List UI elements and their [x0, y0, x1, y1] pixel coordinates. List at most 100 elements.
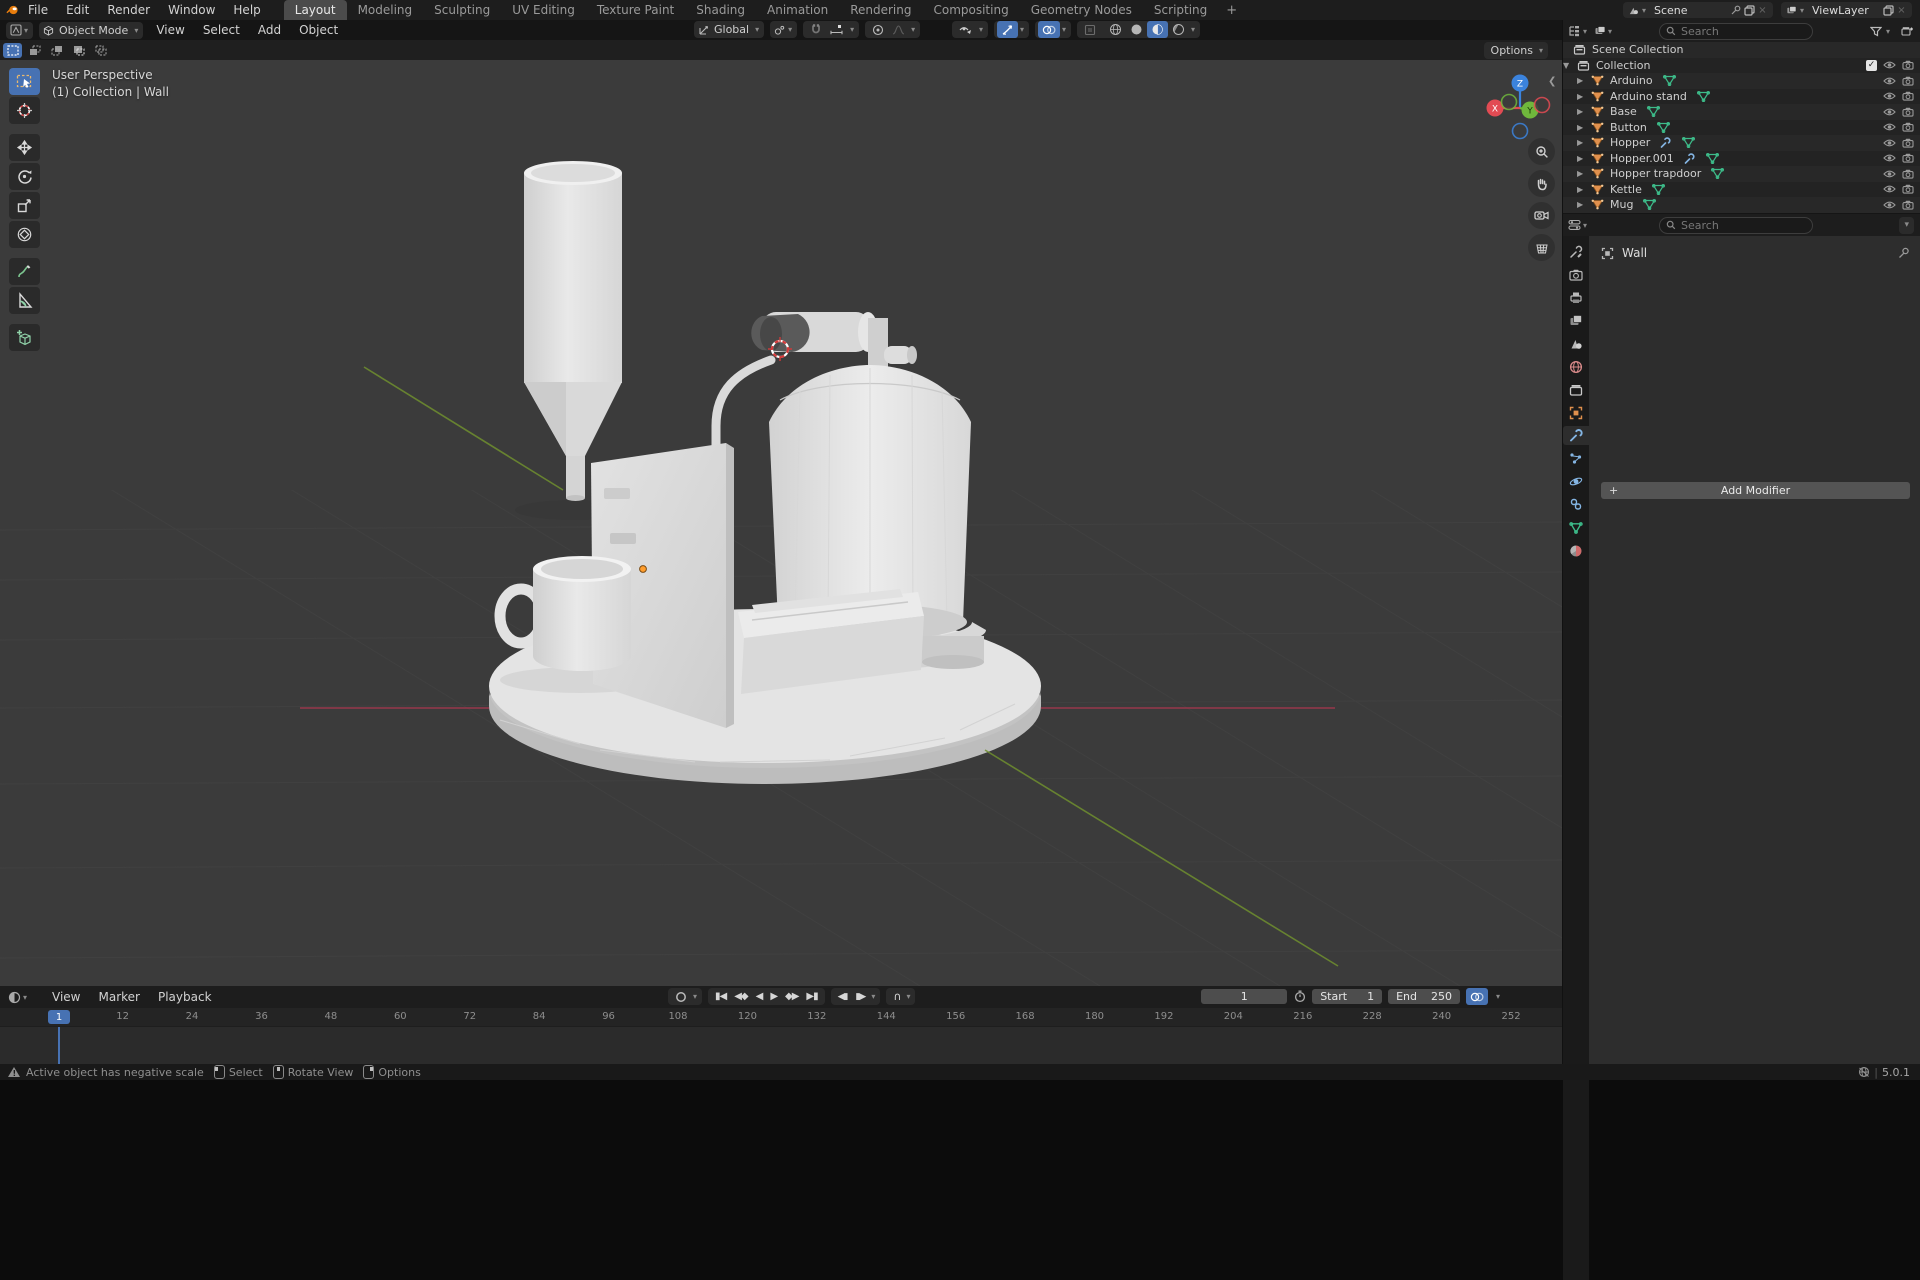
properties-search-input[interactable]: Search: [1659, 217, 1813, 234]
cursor-tool[interactable]: [9, 97, 40, 124]
workspace-tab-geometry-nodes[interactable]: Geometry Nodes: [1020, 0, 1143, 20]
hide-eye-toggle[interactable]: [1883, 107, 1896, 117]
jump-to-end-button[interactable]: ▶▮: [802, 989, 821, 1005]
filter-icon[interactable]: [1869, 25, 1882, 38]
play-reverse-button[interactable]: ◀: [752, 989, 767, 1005]
properties-tab-particles[interactable]: [1563, 449, 1589, 468]
workspace-tab-rendering[interactable]: Rendering: [839, 0, 922, 20]
timeline-menu-playback[interactable]: Playback: [149, 987, 221, 1007]
viewport-menu-add[interactable]: Add: [249, 20, 290, 40]
active-object-name[interactable]: Wall: [1622, 246, 1647, 260]
properties-tab-object[interactable]: [1563, 403, 1589, 422]
outliner-row-kettle[interactable]: ▶ Kettle: [1563, 182, 1920, 198]
keying-set-icon[interactable]: ∩: [889, 989, 904, 1005]
expand-arrow-icon[interactable]: ▶: [1577, 123, 1591, 132]
expand-arrow-icon[interactable]: ▶: [1577, 107, 1591, 116]
display-mode-icon[interactable]: [1593, 25, 1606, 38]
select-mode-subtract-button[interactable]: [47, 43, 66, 58]
select-mode-set-button[interactable]: [3, 43, 22, 58]
hide-eye-toggle[interactable]: [1883, 60, 1896, 70]
workspace-tab-sculpting[interactable]: Sculpting: [423, 0, 501, 20]
current-frame-field[interactable]: 1: [1201, 989, 1287, 1004]
transform-tool[interactable]: [9, 221, 40, 248]
properties-tab-tool[interactable]: [1563, 242, 1589, 261]
outliner-row-arduino[interactable]: ▶ Arduino: [1563, 73, 1920, 89]
workspace-tab-compositing[interactable]: Compositing: [922, 0, 1019, 20]
scene-name[interactable]: Scene: [1648, 4, 1730, 17]
workspace-tab-animation[interactable]: Animation: [756, 0, 839, 20]
properties-tab-material[interactable]: [1563, 541, 1589, 560]
properties-options-button[interactable]: ▾: [1899, 217, 1914, 234]
properties-tab-render[interactable]: [1563, 265, 1589, 284]
blender-logo-icon[interactable]: [6, 4, 19, 17]
hide-eye-toggle[interactable]: [1883, 184, 1896, 194]
camera-view-button[interactable]: [1528, 202, 1555, 229]
frame-end-field[interactable]: End250: [1388, 989, 1460, 1004]
scene-selector[interactable]: ▾ Scene ×: [1623, 2, 1773, 18]
viewport-menu-select[interactable]: Select: [194, 20, 249, 40]
new-collection-icon[interactable]: [1901, 25, 1914, 38]
hide-eye-toggle[interactable]: [1883, 200, 1896, 210]
show-object-types-button[interactable]: [955, 21, 977, 38]
ortho-toggle-button[interactable]: [1528, 234, 1555, 261]
workspace-tab-shading[interactable]: Shading: [685, 0, 756, 20]
move-tool[interactable]: [9, 134, 40, 161]
xray-toggle[interactable]: [1080, 21, 1100, 38]
expand-arrow-icon[interactable]: ▶: [1577, 92, 1591, 101]
select-mode-extend-button[interactable]: [25, 43, 44, 58]
snap-toggle[interactable]: [806, 21, 826, 38]
camera-visibility-toggle[interactable]: [1902, 169, 1914, 179]
select-mode-intersect-button[interactable]: [91, 43, 110, 58]
pivot-dropdown[interactable]: ▾: [770, 21, 797, 38]
outliner-row-base[interactable]: ▶ Base: [1563, 104, 1920, 120]
frame-start-field[interactable]: Start1: [1312, 989, 1382, 1004]
timeline-ruler[interactable]: 1 12243648607284961081201321441561681801…: [0, 1008, 1562, 1027]
new-datablock-icon[interactable]: [1743, 4, 1756, 17]
viewport-menu-view[interactable]: View: [147, 20, 193, 40]
properties-tab-physics[interactable]: [1563, 472, 1589, 491]
shading-material-button[interactable]: [1147, 21, 1168, 38]
workspace-tab-texture-paint[interactable]: Texture Paint: [586, 0, 685, 20]
proportional-falloff-icon[interactable]: [888, 21, 909, 38]
workspace-tab-layout[interactable]: Layout: [284, 0, 347, 20]
scale-tool[interactable]: [9, 192, 40, 219]
collapse-arrow-icon[interactable]: ▼: [1563, 61, 1577, 70]
snap-target-button[interactable]: [826, 21, 848, 38]
sidebar-collapse-arrow[interactable]: ❮: [1548, 76, 1556, 87]
arduino-stand-object[interactable]: [868, 318, 917, 370]
camera-visibility-toggle[interactable]: [1902, 122, 1914, 132]
properties-tab-constraints[interactable]: [1563, 495, 1589, 514]
camera-visibility-toggle[interactable]: [1902, 60, 1914, 70]
select-mode-invert-button[interactable]: [69, 43, 88, 58]
properties-tab-collection[interactable]: [1563, 380, 1589, 399]
arduino-object[interactable]: [751, 312, 878, 352]
outliner-editor-icon[interactable]: [1568, 25, 1581, 38]
add-modifier-button[interactable]: + Add Modifier: [1601, 482, 1910, 499]
hide-eye-toggle[interactable]: [1883, 138, 1896, 148]
camera-visibility-toggle[interactable]: [1902, 76, 1914, 86]
shading-rendered-button[interactable]: [1168, 21, 1189, 38]
menu-edit[interactable]: Edit: [57, 0, 98, 20]
expand-arrow-icon[interactable]: ▶: [1577, 138, 1591, 147]
hide-eye-toggle[interactable]: [1883, 153, 1896, 163]
pin-icon[interactable]: [1730, 4, 1743, 17]
hopper-object[interactable]: [524, 173, 622, 383]
shading-solid-button[interactable]: [1126, 21, 1147, 38]
hide-eye-toggle[interactable]: [1883, 169, 1896, 179]
camera-visibility-toggle[interactable]: [1902, 200, 1914, 210]
play-button[interactable]: ▶: [766, 989, 781, 1005]
timeline-track[interactable]: [0, 1027, 1562, 1065]
properties-tab-output[interactable]: [1563, 288, 1589, 307]
collection-checkbox[interactable]: ✓: [1866, 60, 1877, 71]
measure-tool[interactable]: [9, 287, 40, 314]
workspace-tab-uv-editing[interactable]: UV Editing: [501, 0, 586, 20]
menu-render[interactable]: Render: [98, 0, 159, 20]
frame-step-back-button[interactable]: ◀▮: [834, 989, 852, 1005]
select-box-tool[interactable]: [9, 68, 40, 95]
orientation-dropdown[interactable]: Global ▾: [694, 21, 764, 38]
outliner-row-hopper-001[interactable]: ▶ Hopper.001: [1563, 151, 1920, 167]
annotate-tool[interactable]: [9, 258, 40, 285]
menu-window[interactable]: Window: [159, 0, 224, 20]
next-keyframe-button[interactable]: ◆▶: [781, 989, 802, 1005]
playhead-badge[interactable]: 1: [48, 1010, 70, 1024]
